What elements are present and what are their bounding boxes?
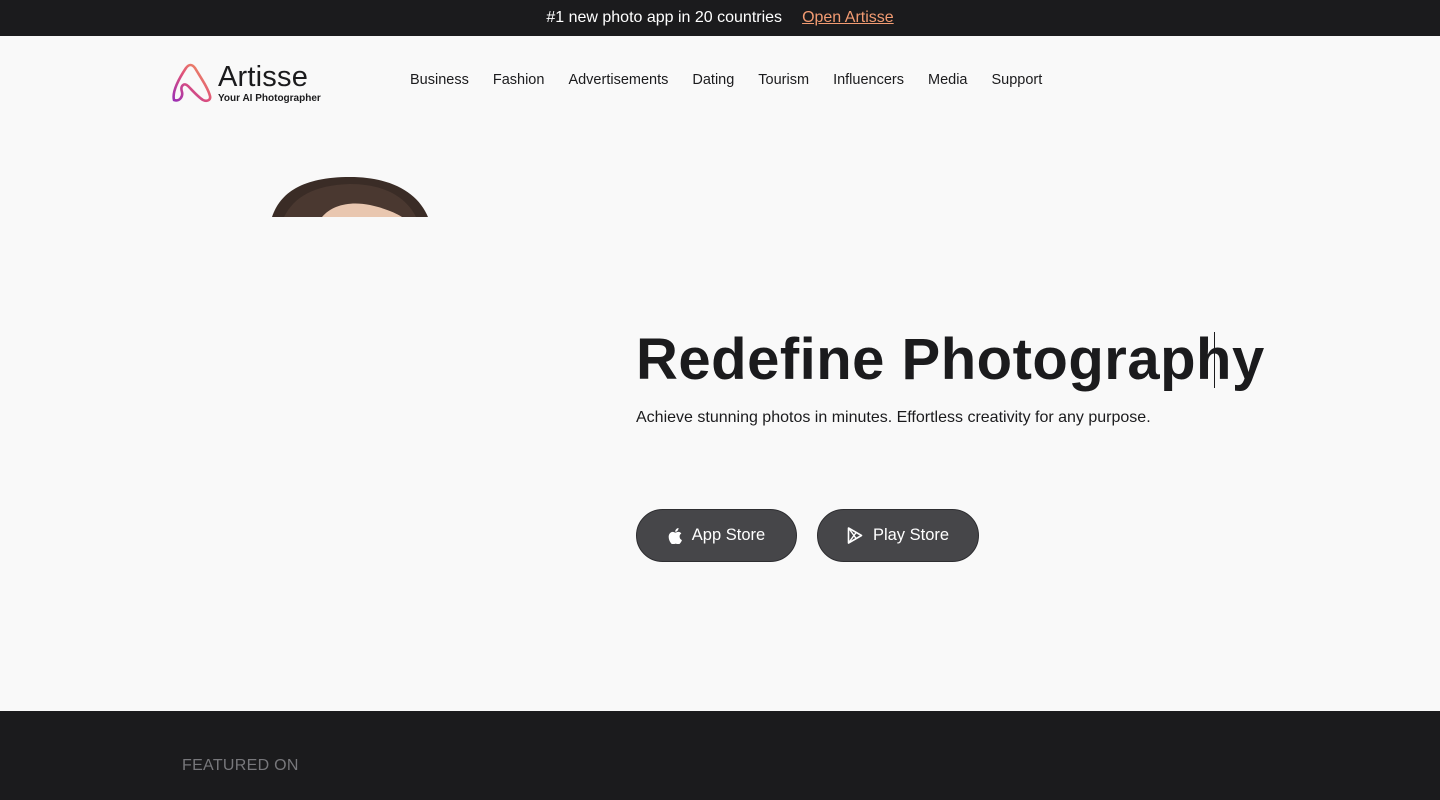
featured-section: FEATURED ON <box>0 711 1440 800</box>
nav-item-business[interactable]: Business <box>410 72 469 88</box>
nav-item-advertisements[interactable]: Advertisements <box>568 72 668 88</box>
site-header: Artisse Your AI Photographer Business Fa… <box>0 36 1440 128</box>
portrait-hair-shape <box>272 177 428 217</box>
nav-item-influencers[interactable]: Influencers <box>833 72 904 88</box>
app-store-button[interactable]: App Store <box>636 509 797 562</box>
main-nav: Business Fashion Advertisements Dating T… <box>410 72 1042 88</box>
artisse-logo-icon <box>172 63 212 103</box>
hero-portrait-image <box>262 175 437 217</box>
featured-on-label: FEATURED ON <box>182 757 299 774</box>
nav-item-tourism[interactable]: Tourism <box>758 72 809 88</box>
announcement-text: #1 new photo app in 20 countries <box>546 9 783 26</box>
play-store-icon <box>847 527 863 544</box>
play-store-label: Play Store <box>872 526 950 544</box>
nav-item-fashion[interactable]: Fashion <box>493 72 545 88</box>
hero-title: Redefine Photography <box>636 327 1265 392</box>
brand-wordmark: Artisse Your AI Photographer <box>218 60 321 104</box>
nav-item-media[interactable]: Media <box>928 72 968 88</box>
brand-name: Artisse <box>218 60 309 93</box>
brand-tagline: Your AI Photographer <box>218 92 321 104</box>
brand-logo[interactable]: Artisse Your AI Photographer <box>170 62 321 104</box>
typing-caret <box>1214 332 1215 388</box>
hero-subtitle: Achieve stunning photos in minutes. Effo… <box>636 409 1151 426</box>
announcement-bar: #1 new photo app in 20 countries Open Ar… <box>0 0 1440 36</box>
app-store-label: App Store <box>691 526 766 544</box>
nav-item-support[interactable]: Support <box>992 72 1043 88</box>
apple-icon <box>668 527 682 544</box>
nav-item-dating[interactable]: Dating <box>692 72 734 88</box>
play-store-button[interactable]: Play Store <box>817 509 979 562</box>
open-artisse-link[interactable]: Open Artisse <box>802 9 894 27</box>
